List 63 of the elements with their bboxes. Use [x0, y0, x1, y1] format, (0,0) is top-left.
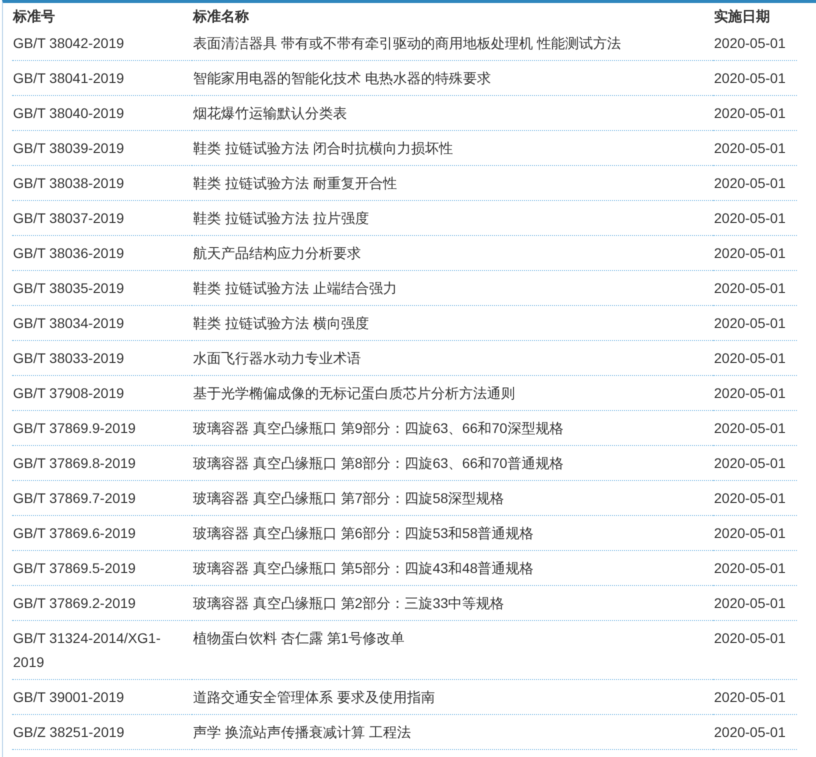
- table-cell: 2020-05-01: [713, 270, 797, 306]
- table-cell: 2020-05-01: [713, 376, 797, 410]
- table-cell: 智能家用电器的智能化技术 电热水器的特殊要求: [192, 60, 713, 96]
- column-header: 实施日期: [713, 7, 771, 26]
- table-cell: 鞋类 拉链试验方法 闭合时抗横向力损坏性: [192, 130, 713, 166]
- table-cell: GB/T 39001-2019: [12, 680, 192, 714]
- table-cell: 2020-05-01: [713, 410, 797, 446]
- table-cell: GB/Z 38251-2019: [12, 714, 192, 750]
- table-cell: 2020-05-01: [713, 166, 797, 200]
- table-cell: GB/T 37869.2-2019: [12, 586, 192, 620]
- table-cell: 基于光学椭偏成像的无标记蛋白质芯片分析方法通则: [192, 376, 713, 410]
- table-cell: 玻璃容器 真空凸缘瓶口 第7部分：四旋58深型规格: [192, 480, 713, 516]
- table-cell: GB/T 37908-2019: [12, 376, 192, 410]
- table-cell: 鞋类 拉链试验方法 耐重复开合性: [192, 166, 713, 200]
- table-cell: 鞋类 拉链试验方法 横向强度: [192, 306, 713, 340]
- table-cell: GB/T 38037-2019: [12, 200, 192, 236]
- table-cell: 玻璃容器 真空凸缘瓶口 第2部分：三旋33中等规格: [192, 586, 713, 620]
- table-cell: GB/T 31324-2014/XG1-2019: [12, 620, 192, 680]
- table-cell: GB/T 38038-2019: [12, 166, 192, 200]
- table-cell: 2020-05-01: [713, 130, 797, 166]
- table-cell: 表面清洁器具 带有或不带有牵引驱动的商用地板处理机 性能测试方法: [192, 26, 713, 60]
- table-cell: 航天产品结构应力分析要求: [192, 236, 713, 270]
- table-cell: GB/T 38035-2019: [12, 270, 192, 306]
- table-cell: 2020-05-01: [713, 236, 797, 270]
- table-cell: 烟花爆竹运输默认分类表: [192, 96, 713, 130]
- table-cell: 道路交通安全管理体系 要求及使用指南: [192, 680, 713, 714]
- table-cell: 玻璃容器 真空凸缘瓶口 第9部分：四旋63、66和70深型规格: [192, 410, 713, 446]
- table-cell: GB/T 38041-2019: [12, 60, 192, 96]
- column-header: 标准名称: [192, 7, 250, 26]
- table-cell: 2020-05-01: [713, 714, 797, 750]
- column-header: 标准号: [12, 7, 56, 26]
- table-cell: 2020-05-01: [713, 586, 797, 620]
- table-cell: GB/T 37869.5-2019: [12, 550, 192, 586]
- table-cell: 鞋类 拉链试验方法 拉片强度: [192, 200, 713, 236]
- table-cell: GB/T 38039-2019: [12, 130, 192, 166]
- table-cell: 玻璃容器 真空凸缘瓶口 第6部分：四旋53和58普通规格: [192, 516, 713, 550]
- table-cell: GB/T 37869.6-2019: [12, 516, 192, 550]
- table-cell: GB/T 38040-2019: [12, 96, 192, 130]
- table-cell: 水面飞行器水动力专业术语: [192, 340, 713, 376]
- table-cell: GB/T 37869.8-2019: [12, 446, 192, 480]
- table-cell: 2020-05-01: [713, 26, 797, 60]
- table-cell: GB/T 38034-2019: [12, 306, 192, 340]
- table-cell: 声学 换流站声传播衰减计算 工程法: [192, 714, 713, 750]
- table-cell: 2020-05-01: [713, 680, 797, 714]
- table-cell: 玻璃容器 真空凸缘瓶口 第8部分：四旋63、66和70普通规格: [192, 446, 713, 480]
- table-cell: GB/T 37869.7-2019: [12, 480, 192, 516]
- table-cell: 2020-05-01: [713, 446, 797, 480]
- table-cell: 鞋类 拉链试验方法 止端结合强力: [192, 270, 713, 306]
- table-cell: 植物蛋白饮料 杏仁露 第1号修改单: [192, 620, 713, 680]
- table-cell: 2020-05-01: [713, 200, 797, 236]
- table-cell: GB/T 38033-2019: [12, 340, 192, 376]
- table-cell: 2020-05-01: [713, 550, 797, 586]
- table-cell: 2020-05-01: [713, 60, 797, 96]
- table-cell: 2020-05-01: [713, 96, 797, 130]
- table-cell: 2020-05-01: [713, 480, 797, 516]
- table-cell: GB/T 38036-2019: [12, 236, 192, 270]
- table-cell: 2020-05-01: [713, 306, 797, 340]
- table-cell: 玻璃容器 真空凸缘瓶口 第5部分：四旋43和48普通规格: [192, 550, 713, 586]
- table-cell: GB/T 37869.9-2019: [12, 410, 192, 446]
- table-cell: 2020-05-01: [713, 516, 797, 550]
- table-cell: 2020-05-01: [713, 620, 797, 680]
- table-cell: 2020-05-01: [713, 340, 797, 376]
- table-cell: GB/T 38042-2019: [12, 26, 192, 60]
